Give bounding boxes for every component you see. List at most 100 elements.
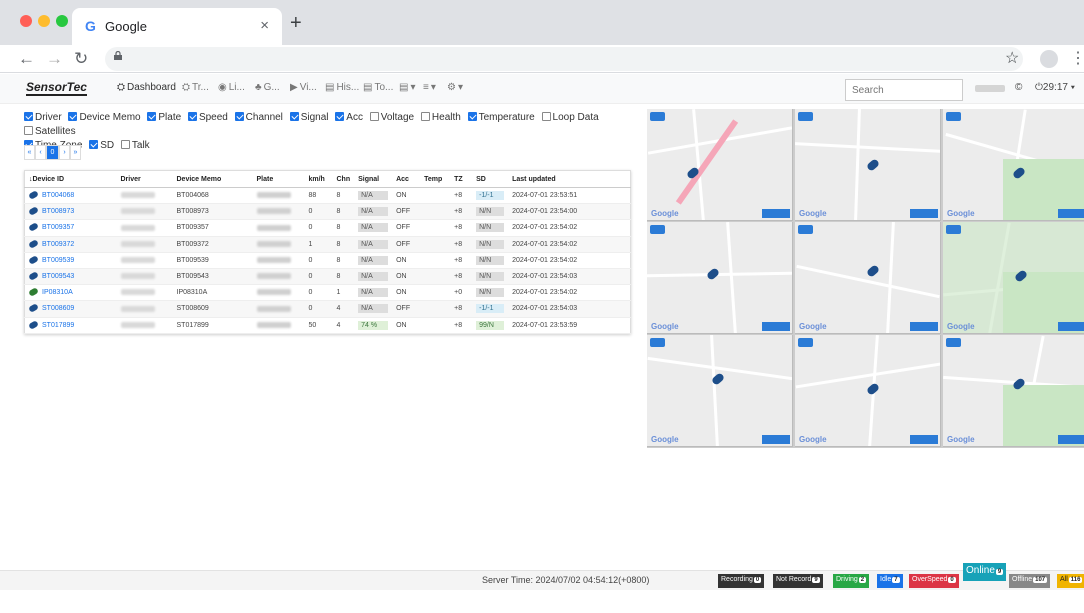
col-last-updated[interactable]: Last updated xyxy=(508,170,631,188)
reload-icon[interactable]: ↻ xyxy=(74,49,88,69)
new-tab-button[interactable]: + xyxy=(290,12,302,35)
page-0-button[interactable]: 0 xyxy=(46,145,59,160)
nav-live[interactable]: ◉ Li... xyxy=(218,82,245,93)
address-bar[interactable] xyxy=(105,47,1023,71)
status-driving-button[interactable]: Driving 2 xyxy=(833,574,870,588)
status-online-button[interactable]: Online 9 xyxy=(963,563,1007,581)
nav-report-dropdown[interactable]: ▤ ▾ xyxy=(399,82,415,93)
table-row[interactable]: BT004068 BT004068 88 8 N/A ON +8 -1/-1 2024-07-0… xyxy=(24,187,631,205)
minimize-window-dot[interactable] xyxy=(38,15,50,27)
col-device-id[interactable]: ↓Device ID xyxy=(24,170,117,188)
table-row[interactable]: BT009539 BT009539 0 8 N/A ON +8 N/N 2024-07-01 2… xyxy=(24,252,631,269)
filter-device-memo[interactable]: Device Memo xyxy=(68,111,141,125)
filter-satellites[interactable]: Satellites xyxy=(24,125,76,139)
filter-speed[interactable]: Speed xyxy=(187,111,228,125)
device-id-link[interactable]: BT004068 xyxy=(42,192,74,199)
device-id-cell[interactable]: IP08310A xyxy=(24,284,117,302)
col-signal[interactable]: Signal xyxy=(354,170,393,188)
back-arrow-icon[interactable]: ← xyxy=(18,49,35,69)
session-timer[interactable]: ⏻29:17 ▾ xyxy=(1035,82,1075,93)
status-idle-button[interactable]: Idle 7 xyxy=(877,574,903,588)
filter-temperature[interactable]: Temperature xyxy=(467,111,535,125)
browser-tab[interactable]: G Google × xyxy=(72,8,282,45)
table-row[interactable]: BT009357 BT009357 0 8 N/A OFF +8 N/N 2024-07-01 … xyxy=(24,219,631,237)
device-id-cell[interactable]: ST008609 xyxy=(24,300,117,318)
device-id-link[interactable]: IP08310A xyxy=(42,289,73,296)
map-tile[interactable]: Google xyxy=(943,222,1084,334)
table-row[interactable]: BT008973 BT008973 0 8 N/A OFF +8 N/N 2024-07-01 … xyxy=(24,203,631,221)
map-tile[interactable]: Google xyxy=(943,109,1084,221)
nav-tools[interactable]: ▤ To... xyxy=(363,82,393,93)
first-page-button[interactable]: « xyxy=(24,145,35,160)
browser-menu-icon[interactable]: ⋮ xyxy=(1070,48,1084,68)
col-sd[interactable]: SD xyxy=(472,170,509,188)
col-device-memo[interactable]: Device Memo xyxy=(172,170,253,188)
device-id-cell[interactable]: BT009372 xyxy=(24,236,117,253)
close-tab-icon[interactable]: × xyxy=(260,17,269,34)
table-row[interactable]: IP08310A IP08310A 0 1 N/A ON +0 N/N 2024-07-01 2… xyxy=(24,284,631,302)
status-not-record-button[interactable]: Not Record 9 xyxy=(773,574,823,588)
device-id-link[interactable]: BT008973 xyxy=(42,208,74,215)
device-id-link[interactable]: BT009543 xyxy=(42,273,74,280)
copyright-icon[interactable]: © xyxy=(1015,82,1022,93)
vehicle-marker-icon[interactable] xyxy=(865,158,881,172)
nav-dashboard[interactable]: ⛭ Dashboard xyxy=(117,82,176,93)
device-id-link[interactable]: BT009372 xyxy=(42,241,74,248)
device-id-link[interactable]: BT009357 xyxy=(42,224,74,231)
device-id-cell[interactable]: BT009357 xyxy=(24,219,117,237)
col-acc[interactable]: Acc xyxy=(392,170,421,188)
nav-track[interactable]: ⛭ Tr... xyxy=(182,82,209,93)
table-row[interactable]: BT009372 BT009372 1 8 N/A OFF +8 N/N 2024-07-01 … xyxy=(24,236,631,253)
nav-list-dropdown[interactable]: ≡ ▾ xyxy=(423,82,436,93)
col-driver[interactable]: Driver xyxy=(116,170,173,188)
device-id-link[interactable]: ST008609 xyxy=(42,305,74,312)
filter-voltage[interactable]: Voltage xyxy=(369,111,414,125)
bookmark-star-icon[interactable]: ☆ xyxy=(1005,48,1019,68)
forward-arrow-icon[interactable]: → xyxy=(46,49,63,69)
map-tile[interactable]: Google xyxy=(943,335,1084,447)
map-tile[interactable]: Google xyxy=(795,335,941,447)
map-tile[interactable]: Google xyxy=(795,109,941,221)
profile-avatar[interactable] xyxy=(1040,50,1058,68)
maximize-window-dot[interactable] xyxy=(56,15,68,27)
filter-health[interactable]: Health xyxy=(420,111,461,125)
device-id-cell[interactable]: BT008973 xyxy=(24,203,117,221)
col-plate[interactable]: Plate xyxy=(252,170,305,188)
status-offline-button[interactable]: Offline 107 xyxy=(1009,574,1051,588)
vehicle-marker-icon[interactable] xyxy=(705,267,721,281)
vehicle-marker-icon[interactable] xyxy=(865,382,881,396)
map-tile[interactable]: Google xyxy=(795,222,941,334)
status-all-button[interactable]: All 116 xyxy=(1057,574,1084,588)
map-tile[interactable]: Google xyxy=(647,335,793,447)
table-row[interactable]: ST008609 ST008609 0 4 N/A OFF +8 -1/-1 2024-07-0… xyxy=(24,300,631,318)
vehicle-marker-icon[interactable] xyxy=(865,264,881,278)
col-temp[interactable]: Temp xyxy=(420,170,451,188)
nav-video[interactable]: ▶ Vi... xyxy=(290,82,317,93)
nav-group[interactable]: ♣ G... xyxy=(255,82,280,93)
device-id-link[interactable]: BT009539 xyxy=(42,257,74,264)
device-id-cell[interactable]: ST017899 xyxy=(24,317,117,334)
nav-history[interactable]: ▤ His... xyxy=(325,82,359,93)
filter-driver[interactable]: Driver xyxy=(24,111,62,125)
col-channel[interactable]: Chn xyxy=(332,170,355,188)
device-id-cell[interactable]: BT004068 xyxy=(24,187,117,205)
last-page-button[interactable]: » xyxy=(70,145,81,160)
filter-talk[interactable]: Talk xyxy=(120,139,150,153)
sensortec-logo[interactable]: SensorTec xyxy=(26,80,87,96)
map-tile[interactable]: Google xyxy=(647,109,793,221)
device-id-cell[interactable]: BT009539 xyxy=(24,252,117,269)
status-overspeed-button[interactable]: OverSpeed 0 xyxy=(909,574,959,588)
close-window-dot[interactable] xyxy=(20,15,32,27)
table-row[interactable]: ST017899 ST017899 50 4 74 % ON +8 99/N 2024-07-0… xyxy=(24,317,631,334)
device-id-cell[interactable]: BT009543 xyxy=(24,268,117,286)
prev-page-button[interactable]: ‹ xyxy=(35,145,46,160)
filter-acc[interactable]: Acc xyxy=(335,111,363,125)
map-tile[interactable]: Google xyxy=(647,222,793,334)
filter-plate[interactable]: Plate xyxy=(147,111,181,125)
table-row[interactable]: BT009543 BT009543 0 8 N/A ON +8 N/N 2024-07-01 2… xyxy=(24,268,631,286)
device-id-link[interactable]: ST017899 xyxy=(42,322,74,329)
next-page-button[interactable]: › xyxy=(59,145,70,160)
filter-channel[interactable]: Channel xyxy=(234,111,283,125)
col-tz[interactable]: TZ xyxy=(450,170,473,188)
status-recording-button[interactable]: Recording 0 xyxy=(718,574,765,588)
